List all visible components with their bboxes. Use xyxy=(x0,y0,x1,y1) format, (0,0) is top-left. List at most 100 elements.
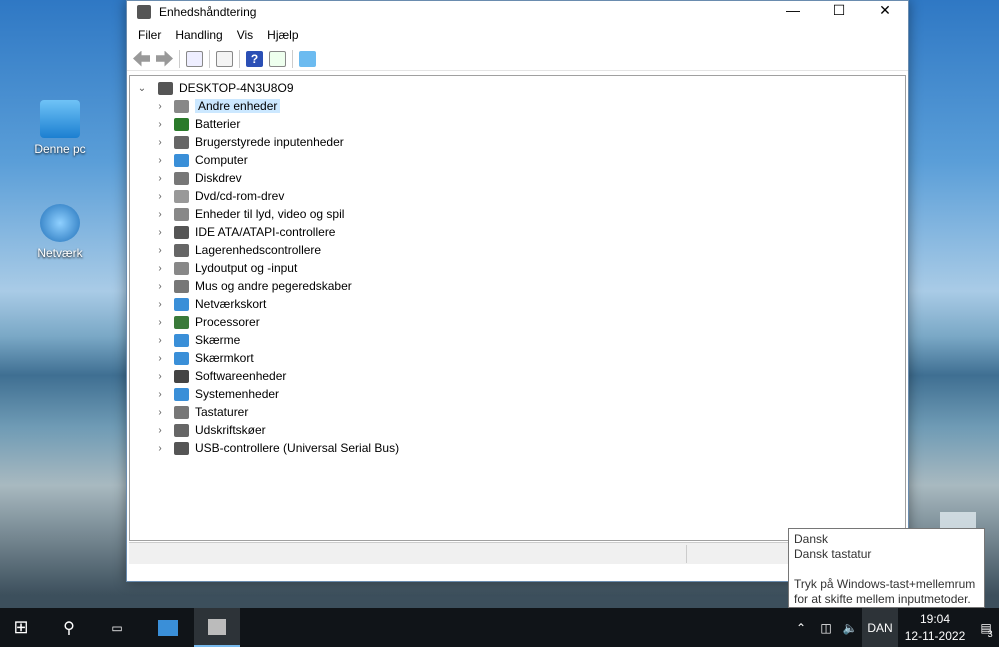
chevron-right-icon[interactable]: › xyxy=(154,155,166,166)
tree-item-label: Netværkskort xyxy=(195,297,267,311)
menu-handling[interactable]: Handling xyxy=(168,28,229,42)
show-hide-console-tree-icon[interactable] xyxy=(186,50,203,67)
device-category-icon xyxy=(174,351,189,365)
taskbar: ⊞ ⚲ ▭ ⌃ ◫ 🔈 DAN 19:04 12-11-2022 ▤ 3 xyxy=(0,608,999,647)
tree-item[interactable]: › USB-controllere (Universal Serial Bus) xyxy=(130,439,905,457)
tree-item-label: Diskdrev xyxy=(195,171,242,185)
chevron-right-icon[interactable]: › xyxy=(154,245,166,256)
close-button[interactable]: ✕ xyxy=(862,1,908,21)
tree-item[interactable]: › Skærme xyxy=(130,331,905,349)
tree-item-label: Andre enheder xyxy=(195,99,281,113)
chevron-right-icon[interactable]: › xyxy=(154,281,166,292)
search-button[interactable]: ⚲ xyxy=(48,608,90,647)
menu-vis[interactable]: Vis xyxy=(230,28,260,42)
tree-root[interactable]: ⌄ DESKTOP-4N3U8O9 xyxy=(130,79,905,97)
tree-item[interactable]: › Softwareenheder xyxy=(130,367,905,385)
run-icon[interactable] xyxy=(269,50,286,67)
tree-item[interactable]: › Systemenheder xyxy=(130,385,905,403)
clock[interactable]: 19:04 12-11-2022 xyxy=(900,608,970,647)
tooltip-line: Tryk på Windows-tast+mellemrum xyxy=(794,577,976,591)
action-center-button[interactable]: ▤ 3 xyxy=(974,608,999,647)
chevron-right-icon[interactable]: › xyxy=(154,173,166,184)
tooltip-line: Dansk xyxy=(794,532,829,546)
task-view-button[interactable]: ▭ xyxy=(96,608,138,647)
chevron-right-icon[interactable]: › xyxy=(154,407,166,418)
menu-filer[interactable]: Filer xyxy=(131,28,168,42)
chevron-right-icon[interactable]: › xyxy=(154,227,166,238)
device-category-icon xyxy=(174,135,189,149)
tree-item-label: Skærmkort xyxy=(195,351,254,365)
chevron-right-icon[interactable]: › xyxy=(154,425,166,436)
desktop-icon-this-pc[interactable]: Denne pc xyxy=(20,100,100,156)
taskbar-app-control-panel[interactable] xyxy=(146,608,190,647)
tree-item-label: Softwareenheder xyxy=(195,369,287,383)
chevron-right-icon[interactable]: › xyxy=(154,263,166,274)
chevron-right-icon[interactable]: › xyxy=(154,443,166,454)
chevron-right-icon[interactable]: › xyxy=(154,353,166,364)
taskbar-app-device-manager[interactable] xyxy=(194,608,240,647)
tree-item[interactable]: › Enheder til lyd, video og spil xyxy=(130,205,905,223)
show-hidden-icons-button[interactable]: ⌃ xyxy=(790,608,812,647)
help-icon[interactable]: ? xyxy=(246,50,263,67)
tree-item[interactable]: › Processorer xyxy=(130,313,905,331)
properties-icon[interactable] xyxy=(216,50,233,67)
tree-item[interactable]: › Batterier xyxy=(130,115,905,133)
minimize-button[interactable]: — xyxy=(770,1,816,21)
tree-item-label: IDE ATA/ATAPI-controllere xyxy=(195,225,336,239)
tree-item[interactable]: › Udskriftskøer xyxy=(130,421,905,439)
tree-item[interactable]: › Lydoutput og -input xyxy=(130,259,905,277)
volume-icon[interactable]: 🔈 xyxy=(838,608,862,647)
clock-time: 19:04 xyxy=(919,611,951,626)
tooltip-line: for at skifte mellem inputmetoder. xyxy=(794,592,971,606)
device-category-icon xyxy=(174,405,189,419)
tree-item[interactable]: › IDE ATA/ATAPI-controllere xyxy=(130,223,905,241)
device-category-icon xyxy=(174,423,189,437)
device-category-icon xyxy=(174,243,189,257)
tree-root-label: DESKTOP-4N3U8O9 xyxy=(179,81,294,95)
tree-item[interactable]: › Dvd/cd-rom-drev xyxy=(130,187,905,205)
device-category-icon xyxy=(174,261,189,275)
device-category-icon xyxy=(174,441,189,455)
device-category-icon xyxy=(174,297,189,311)
chevron-right-icon[interactable]: › xyxy=(154,101,166,112)
start-button[interactable]: ⊞ xyxy=(0,608,42,647)
tree-item[interactable]: › Netværkskort xyxy=(130,295,905,313)
device-category-icon xyxy=(174,171,189,185)
chevron-right-icon[interactable]: › xyxy=(154,209,166,220)
tree-item-label: Mus og andre pegeredskaber xyxy=(195,279,352,293)
input-language-tooltip: Dansk Dansk tastatur Tryk på Windows-tas… xyxy=(788,528,985,608)
chevron-right-icon[interactable]: › xyxy=(154,137,166,148)
scan-hardware-icon[interactable] xyxy=(299,50,316,67)
device-category-icon xyxy=(174,189,189,203)
chevron-down-icon[interactable]: ⌄ xyxy=(136,83,148,94)
chevron-right-icon[interactable]: › xyxy=(154,299,166,310)
chevron-right-icon[interactable]: › xyxy=(154,119,166,130)
tree-item-label: Lagerenhedscontrollere xyxy=(195,243,322,257)
chevron-right-icon[interactable]: › xyxy=(154,371,166,382)
back-icon[interactable] xyxy=(133,50,150,67)
chevron-right-icon[interactable]: › xyxy=(154,191,166,202)
chevron-right-icon[interactable]: › xyxy=(154,335,166,346)
tree-item[interactable]: › Diskdrev xyxy=(130,169,905,187)
tree-item[interactable]: › Brugerstyrede inputenheder xyxy=(130,133,905,151)
menu-hjaelp[interactable]: Hjælp xyxy=(260,28,305,42)
desktop-icon-network[interactable]: Netværk xyxy=(20,204,100,260)
clock-date: 12-11-2022 xyxy=(904,628,966,643)
maximize-button[interactable]: ☐ xyxy=(816,1,862,21)
tree-item-label: Tastaturer xyxy=(195,405,249,419)
chevron-right-icon[interactable]: › xyxy=(154,389,166,400)
tree-item-label: Computer xyxy=(195,153,248,167)
tree-item[interactable]: › Andre enheder xyxy=(130,97,905,115)
desktop-icon-label: Netværk xyxy=(37,246,83,260)
tree-item[interactable]: › Lagerenhedscontrollere xyxy=(130,241,905,259)
forward-icon[interactable] xyxy=(156,50,173,67)
tree-item[interactable]: › Skærmkort xyxy=(130,349,905,367)
network-tray-icon[interactable]: ◫ xyxy=(814,608,838,647)
tree-item-label: Udskriftskøer xyxy=(195,423,266,437)
tree-item[interactable]: › Mus og andre pegeredskaber xyxy=(130,277,905,295)
notification-count-badge: 3 xyxy=(987,628,993,639)
tree-item[interactable]: › Tastaturer xyxy=(130,403,905,421)
tree-item[interactable]: › Computer xyxy=(130,151,905,169)
chevron-right-icon[interactable]: › xyxy=(154,317,166,328)
input-language-button[interactable]: DAN xyxy=(862,608,898,647)
